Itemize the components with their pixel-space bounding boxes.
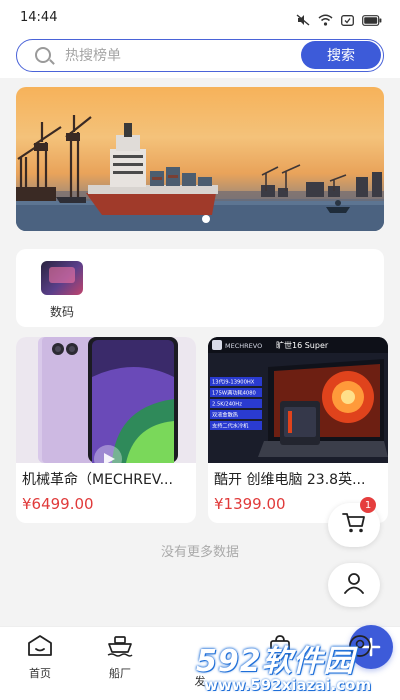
nav-label: 首页 [29,667,51,680]
status-bar: 14:44 [0,0,400,36]
nav-label: 船厂 [109,667,131,680]
search-bar[interactable]: 搜索 [16,39,384,72]
home-icon [12,635,68,661]
watermark-url: www.592xiazai.com [204,676,372,694]
banner-carousel[interactable] [16,87,384,231]
mute-icon [296,11,310,30]
category-label: 数码 [49,305,74,319]
battery-icon [362,11,382,30]
product-card[interactable]: MECHREVO 旷世16 Super 13代i9-13900HX 175W满功… [208,337,388,523]
digital-category-thumbnail [41,261,83,295]
search-button[interactable]: 搜索 [301,41,381,69]
iphone-purple-product-photo [16,337,196,463]
nav-item-home[interactable]: 首页 [12,635,68,681]
spec-display-text: 2.5K/240Hz [212,402,242,408]
cart-count-badge: 1 [360,497,376,513]
category-item-digital[interactable]: 数码 [38,261,86,320]
cart-icon [342,512,366,538]
product-title: 机械革命（MECHREV... [22,472,173,488]
status-icons [296,11,382,30]
search-header: 搜索 [0,36,400,78]
spec-cpu-text: 13代i9-13900HX [212,378,255,386]
spec-watercool-text: 支持二代水冷机 [212,422,249,430]
site-watermark: 592软件园 www.592xiazai.com [196,636,396,700]
wifi-icon [318,11,333,30]
gaming-laptop-product-photo: MECHREVO 旷世16 Super 13代i9-13900HX 175W满功… [208,337,388,463]
status-time: 14:44 [20,10,58,25]
watermark-title: 592软件园 [196,644,355,679]
nav-item-shipyard[interactable]: 船厂 [92,635,148,681]
product-price: ¥1399.00 [214,495,286,513]
ship-icon [92,635,148,661]
product-price: ¥6499.00 [22,495,94,513]
search-icon [35,47,51,63]
cart-button[interactable]: 1 [328,497,380,547]
search-input[interactable] [65,46,305,66]
banner-image [16,115,384,231]
profile-button[interactable] [328,563,380,607]
category-panel: 数码 [16,249,384,327]
carousel-indicator-dot[interactable] [202,215,210,223]
spec-gpu-text: 175W满功耗4080 [212,389,256,397]
product-image [16,337,196,463]
product-card[interactable]: 机械革命（MECHREV... ¥6499.00 [16,337,196,523]
product-model-text: 旷世16 Super [276,340,329,350]
product-image: MECHREVO 旷世16 Super 13代i9-13900HX 175W满功… [208,337,388,463]
user-icon [342,571,366,599]
brand-logo-text: MECHREVO [225,342,262,350]
battery-saver-icon [341,11,354,30]
spec-cooling-text: 双液金散热 [212,411,239,419]
product-title: 酷开 创维电脑 23.8英... [214,472,366,488]
